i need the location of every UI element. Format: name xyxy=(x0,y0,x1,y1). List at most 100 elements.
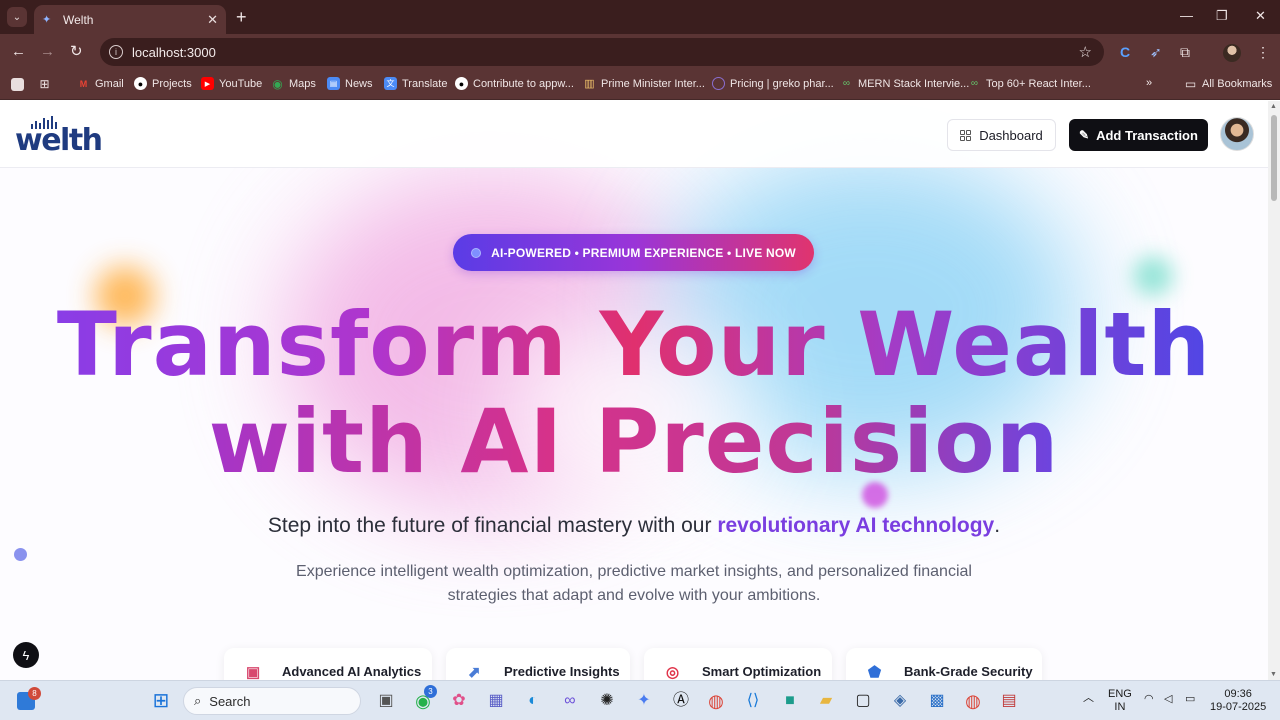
feature-card-predictive-insights[interactable]: ⬈ Predictive Insights xyxy=(446,648,630,680)
copilot-icon[interactable]: ✿ xyxy=(448,690,470,712)
close-window-icon[interactable]: ✕ xyxy=(1255,8,1266,24)
scroll-down-arrow-icon[interactable]: ▼ xyxy=(1270,671,1277,678)
terminal-icon[interactable]: ▢ xyxy=(852,690,874,712)
postgres-icon[interactable]: ◈ xyxy=(889,690,911,712)
feature-card-smart-optimization[interactable]: ◎ Smart Optimization xyxy=(644,648,832,680)
translate-icon: 文 xyxy=(384,77,397,90)
site-header: welth Dashboard ✎ Add Transaction xyxy=(0,101,1268,168)
gmail-icon: M xyxy=(79,78,88,89)
restore-window-icon[interactable]: ❐ xyxy=(1216,8,1228,24)
address-bar[interactable]: i localhost:3000 ☆ xyxy=(100,38,1104,66)
tray-overflow-chevron-icon[interactable]: ︿ xyxy=(1083,692,1094,705)
clock-time: 09:36 xyxy=(1224,688,1252,700)
taskbar-search[interactable]: ⌕ Search xyxy=(183,687,361,715)
bookmark-translate[interactable]: 文 Translate xyxy=(384,77,447,90)
visual-studio-icon[interactable]: ∞ xyxy=(559,690,581,712)
user-avatar[interactable] xyxy=(1220,117,1254,151)
back-arrow-icon[interactable]: ← xyxy=(11,43,26,61)
tab-search-menu-button[interactable]: ⌄ xyxy=(7,7,27,27)
folder-icon: ▭ xyxy=(1184,76,1197,91)
bookmark-youtube[interactable]: ▶ YouTube xyxy=(201,77,262,90)
browser-tab-strip: ⌄ ✦ Welth ✕ + — ❐ ✕ xyxy=(0,0,1280,34)
shield-icon: ⬟ xyxy=(868,664,882,680)
bookmark-gmail[interactable]: M Gmail xyxy=(77,77,124,90)
periwinkle-dot-decoration xyxy=(14,548,27,561)
snip-tool-icon[interactable]: ▤ xyxy=(998,690,1020,712)
bookmarks-bar: ⊞ M Gmail ● Projects ▶ YouTube ◉ Maps ▤ News … xyxy=(0,70,1280,100)
github-icon: ● xyxy=(455,77,468,90)
battery-icon[interactable]: ▭ xyxy=(1185,693,1195,706)
teams-icon[interactable]: ▦ xyxy=(485,690,507,712)
wifi-icon[interactable]: ◠ xyxy=(1144,693,1154,706)
bookmark-prime-minister[interactable]: ▥ Prime Minister Inter... xyxy=(583,77,705,91)
youtube-icon: ▶ xyxy=(201,77,214,90)
browser-tab-welth[interactable]: ✦ Welth ✕ xyxy=(34,5,226,34)
robot-icon: ▣ xyxy=(246,664,261,680)
hero-subtitle-accent: revolutionary AI technology xyxy=(717,514,995,537)
chatgpt-icon[interactable]: ✺ xyxy=(596,690,618,712)
feature-card-bank-security[interactable]: ⬟ Bank-Grade Security xyxy=(846,648,1042,680)
notion-like-icon[interactable]: Ⓐ xyxy=(670,690,692,712)
scrollbar-thumb[interactable] xyxy=(1271,115,1277,201)
add-transaction-label: Add Transaction xyxy=(1096,127,1198,143)
hero-description: Experience intelligent wealth optimizati… xyxy=(296,563,972,604)
browser-toolbar: ← → ↻ i localhost:3000 ☆ C ➶ ⧉ ⋮ xyxy=(0,34,1280,70)
gemini-icon[interactable]: ✦ xyxy=(633,690,655,712)
vscode-icon[interactable]: ⟨⟩ xyxy=(742,690,764,712)
bolt-floating-button[interactable]: ϟ xyxy=(13,642,39,668)
apps-grid-icon[interactable]: ⊞ xyxy=(38,77,56,91)
hero-subtitle: Step into the future of financial master… xyxy=(267,514,1001,537)
language-indicator[interactable]: ENG IN xyxy=(1108,688,1132,714)
bookmark-maps[interactable]: ◉ Maps xyxy=(271,76,316,91)
layout-dashboard-icon xyxy=(960,129,972,141)
bookmark-projects[interactable]: ● Projects xyxy=(134,77,192,90)
clock[interactable]: 09:36 19-07-2025 xyxy=(1210,688,1266,714)
bookmark-react[interactable]: ∞ Top 60+ React Inter... xyxy=(968,77,1091,90)
bookmark-contribute[interactable]: ● Contribute to appw... xyxy=(455,77,574,90)
new-tab-button[interactable]: + xyxy=(236,7,247,27)
pen-square-icon: ✎ xyxy=(1079,128,1090,142)
chrome-icon[interactable]: ◍ xyxy=(705,690,727,712)
bookmark-news[interactable]: ▤ News xyxy=(327,77,373,90)
photos-icon[interactable]: ▩ xyxy=(926,690,948,712)
page-scrollbar[interactable]: ▲ ▼ xyxy=(1268,101,1280,680)
bookmark-mern[interactable]: ∞ MERN Stack Intervie... xyxy=(840,77,969,90)
bookmark-pricing[interactable]: Pricing | greko phar... xyxy=(712,77,834,90)
clock-date: 19-07-2025 xyxy=(1210,701,1267,713)
extension-c-icon[interactable]: C xyxy=(1120,43,1130,61)
browser-menu-icon[interactable]: ⋮ xyxy=(1256,43,1270,61)
reload-icon[interactable]: ↻ xyxy=(70,43,83,61)
jetbrains-icon[interactable]: ■ xyxy=(779,690,801,712)
chrome-active-icon[interactable]: ◍ xyxy=(962,690,984,712)
scroll-up-arrow-icon[interactable]: ▲ xyxy=(1270,103,1277,110)
welth-favicon-icon: ✦ xyxy=(42,13,52,26)
page-viewport: welth Dashboard ✎ Add Transaction AI-POW… xyxy=(0,101,1268,680)
bookmark-star-icon[interactable]: ☆ xyxy=(1079,43,1092,61)
close-tab-icon[interactable]: ✕ xyxy=(207,12,218,28)
feature-cards: ▣ Advanced AI Analytics ⬈ Predictive Ins… xyxy=(0,648,1268,680)
browser-profile-avatar[interactable] xyxy=(1223,44,1241,62)
forward-arrow-icon[interactable]: → xyxy=(40,43,55,61)
apps-square-icon[interactable] xyxy=(11,78,29,91)
extension-rocket-icon[interactable]: ➶ xyxy=(1150,43,1162,61)
maps-pin-icon: ◉ xyxy=(272,76,283,91)
file-explorer-icon[interactable]: ▰ xyxy=(815,690,837,712)
address-url[interactable]: localhost:3000 xyxy=(132,45,216,60)
extensions-puzzle-icon[interactable]: ⧉ xyxy=(1180,43,1190,61)
github-icon: ● xyxy=(134,77,147,90)
site-info-icon[interactable]: i xyxy=(109,45,123,59)
whatsapp-badge: 3 xyxy=(424,685,437,698)
windows-start-icon[interactable]: ⊞ xyxy=(150,690,172,712)
more-bookmarks-chevron-icon[interactable]: » xyxy=(1146,77,1152,89)
add-transaction-button[interactable]: ✎ Add Transaction xyxy=(1069,119,1208,151)
hero-badge: AI-POWERED • PREMIUM EXPERIENCE • LIVE N… xyxy=(453,234,814,271)
task-view-icon[interactable]: ▣ xyxy=(375,690,397,712)
dashboard-button[interactable]: Dashboard xyxy=(947,119,1056,151)
all-bookmarks-folder[interactable]: ▭ All Bookmarks xyxy=(1184,76,1272,91)
edge-icon[interactable]: ◐ xyxy=(522,690,544,712)
gfg-icon: ∞ xyxy=(970,78,979,89)
news-icon: ▤ xyxy=(327,77,340,90)
minimize-window-icon[interactable]: — xyxy=(1180,8,1193,23)
feature-card-ai-analytics[interactable]: ▣ Advanced AI Analytics xyxy=(224,648,432,680)
volume-icon[interactable]: ◁ xyxy=(1164,693,1172,706)
